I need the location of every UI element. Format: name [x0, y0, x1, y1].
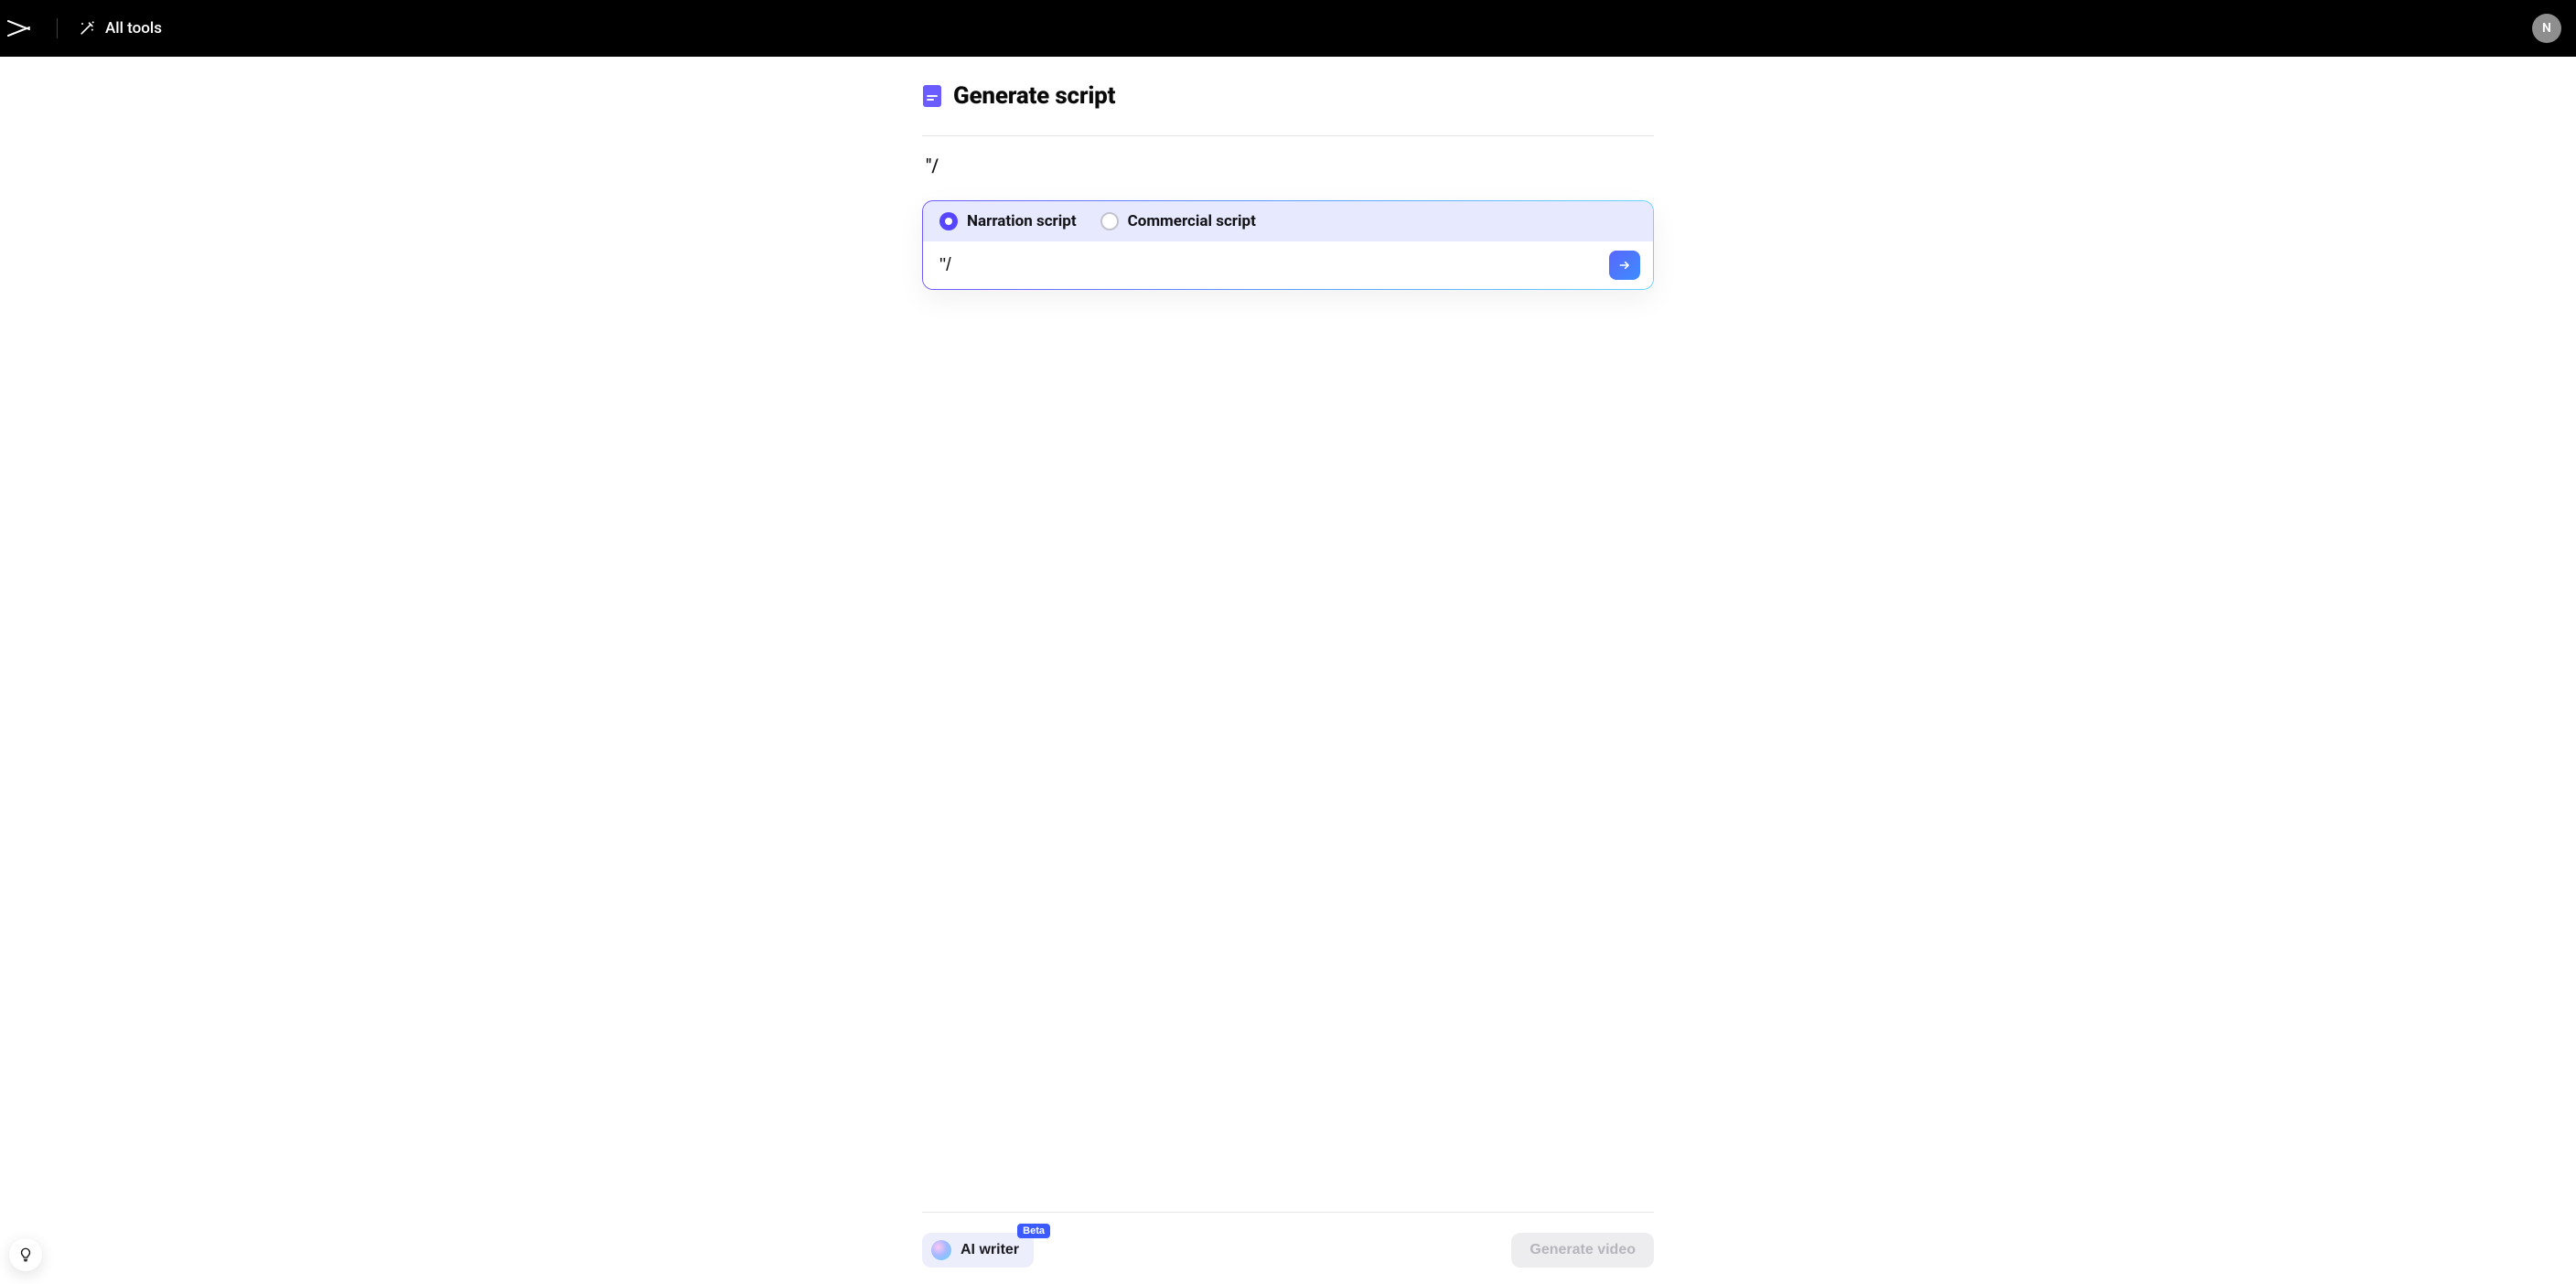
all-tools-label: All tools	[105, 19, 162, 37]
radio-selected-icon	[939, 212, 958, 230]
capcut-logo-icon	[7, 18, 31, 38]
avatar[interactable]: N	[2532, 14, 2561, 43]
beta-badge: Beta	[1017, 1224, 1050, 1238]
avatar-letter: N	[2542, 21, 2551, 36]
ai-writer-label: AI writer	[961, 1242, 1019, 1258]
main-area: Generate script "/ Narration script Comm…	[0, 57, 2576, 1284]
radio-narration-script[interactable]: Narration script	[939, 212, 1077, 230]
top-separator	[57, 18, 58, 38]
displayed-script-text: "/	[922, 136, 1654, 187]
all-tools-button[interactable]: All tools	[70, 14, 169, 43]
ai-orb-icon	[931, 1240, 951, 1260]
page-title-row: Generate script	[922, 82, 1654, 110]
script-type-tabs: Narration script Commercial script	[923, 201, 1653, 241]
ai-writer-button[interactable]: AI writer Beta	[922, 1233, 1034, 1268]
help-button[interactable]	[9, 1238, 42, 1271]
document-icon	[922, 84, 942, 108]
arrow-right-icon	[1617, 258, 1632, 273]
radio-narration-label: Narration script	[967, 212, 1077, 230]
footer-separator	[922, 1212, 1654, 1213]
top-bar: All tools N	[0, 0, 2576, 57]
radio-unselected-icon	[1100, 212, 1119, 230]
app-logo[interactable]	[7, 18, 44, 38]
radio-commercial-label: Commercial script	[1128, 212, 1256, 230]
page-title: Generate script	[953, 82, 1115, 110]
script-input-card: Narration script Commercial script	[922, 200, 1654, 290]
submit-button[interactable]	[1609, 251, 1640, 280]
radio-commercial-script[interactable]: Commercial script	[1100, 212, 1256, 230]
lightbulb-icon	[17, 1247, 34, 1263]
magic-wand-icon	[78, 19, 96, 37]
script-input[interactable]	[939, 251, 1600, 280]
generate-video-button[interactable]: Generate video	[1511, 1233, 1654, 1268]
